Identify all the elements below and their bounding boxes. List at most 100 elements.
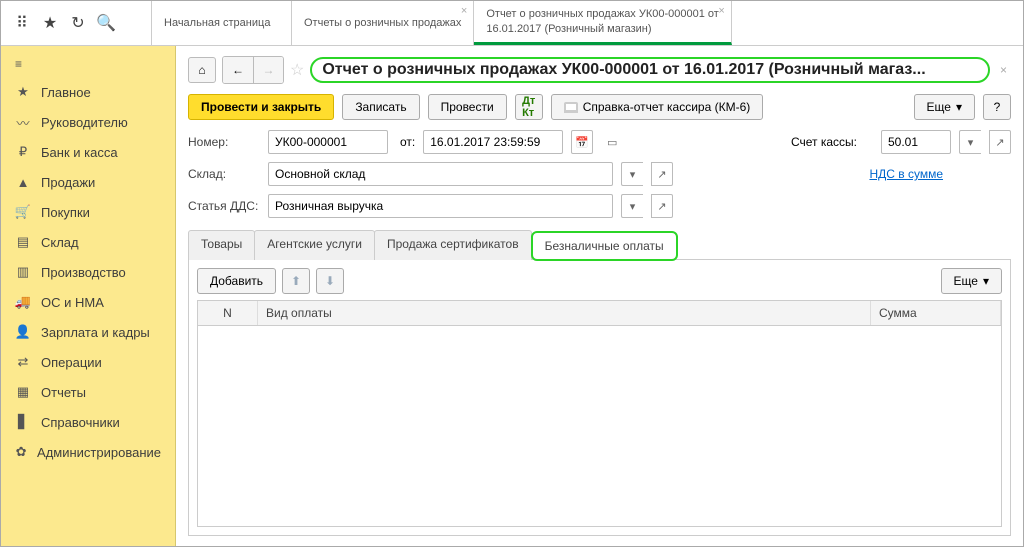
col-n[interactable]: N bbox=[198, 301, 258, 325]
panel-toolbar: Добавить ⬆ ⬇ Еще ▾ bbox=[197, 268, 1002, 294]
page-title-text: Отчет о розничных продажах УК00-000001 о… bbox=[322, 61, 925, 79]
command-bar: Провести и закрыть Записать Провести ДтК… bbox=[188, 94, 1011, 120]
sidebar-item[interactable]: 〰Руководителю bbox=[1, 107, 175, 137]
post-close-button[interactable]: Провести и закрыть bbox=[188, 94, 334, 120]
sidebar-item[interactable]: ▦ Отчеты bbox=[1, 377, 175, 407]
tab-close-icon[interactable]: × bbox=[718, 5, 724, 17]
sidebar-item-label: Отчеты bbox=[41, 385, 86, 400]
doc-tab[interactable]: Товары bbox=[188, 230, 255, 260]
sidebar-item[interactable]: ▤ Склад bbox=[1, 227, 175, 257]
panel-more-button[interactable]: Еще ▾ bbox=[941, 268, 1002, 294]
dds-dropdown-icon[interactable]: ▾ bbox=[621, 194, 643, 218]
sidebar-item[interactable]: ✿ Администрирование bbox=[1, 437, 175, 467]
tab-close-icon[interactable]: × bbox=[461, 5, 467, 17]
sidebar-item[interactable]: 👤Зарплата и кадры bbox=[1, 317, 175, 347]
tab-label: Отчет о розничных продажах УК00-000001 о… bbox=[486, 7, 718, 21]
sidebar-item-label: Производство bbox=[41, 265, 126, 280]
tab-label: Отчеты о розничных продажах bbox=[304, 16, 461, 30]
sidebar-icon: 🚚 bbox=[15, 294, 31, 310]
date-input[interactable] bbox=[423, 130, 563, 154]
col-sum[interactable]: Сумма bbox=[871, 301, 1001, 325]
cashier-report-label: Справка-отчет кассира (КМ-6) bbox=[583, 100, 751, 114]
sidebar-icon: ▤ bbox=[15, 234, 31, 250]
dds-open-icon[interactable]: ↗ bbox=[651, 194, 673, 218]
row-number: Номер: от: 📅 ▭ Счет кассы: ▾ ↗ bbox=[188, 130, 1011, 154]
help-button[interactable]: ? bbox=[983, 94, 1011, 120]
cashier-report-button[interactable]: Справка-отчет кассира (КМ-6) bbox=[551, 94, 764, 120]
sidebar-item[interactable]: ⇄Операции bbox=[1, 347, 175, 377]
chevron-down-icon: ▾ bbox=[983, 274, 989, 288]
star-icon[interactable]: ★ bbox=[39, 12, 61, 34]
nav-group: ← → bbox=[222, 56, 284, 84]
move-down-button[interactable]: ⬇ bbox=[316, 268, 344, 294]
payments-grid[interactable]: N Вид оплаты Сумма bbox=[197, 300, 1002, 527]
more-button[interactable]: Еще ▾ bbox=[914, 94, 975, 120]
sidebar-icon: ₽ bbox=[15, 144, 31, 160]
sidebar-item[interactable]: ★Главное bbox=[1, 77, 175, 107]
number-input[interactable] bbox=[268, 130, 388, 154]
printer-icon bbox=[564, 102, 578, 113]
mode-icon[interactable]: ▭ bbox=[601, 130, 623, 154]
doc-tab[interactable]: Агентские услуги bbox=[254, 230, 375, 260]
grid-body[interactable] bbox=[198, 326, 1001, 526]
doc-tabs: ТоварыАгентские услугиПродажа сертификат… bbox=[188, 230, 1011, 260]
menu-toggle-icon[interactable]: ≡ bbox=[1, 51, 175, 77]
sidebar-icon: ▦ bbox=[15, 384, 31, 400]
doc-tab[interactable]: Продажа сертификатов bbox=[374, 230, 532, 260]
tab-sublabel: 16.01.2017 (Розничный магазин) bbox=[486, 22, 718, 36]
apps-icon[interactable]: ⠿ bbox=[11, 12, 33, 34]
sidebar-item-label: Главное bbox=[41, 85, 91, 100]
forward-button[interactable]: → bbox=[253, 57, 283, 83]
home-button[interactable]: ⌂ bbox=[188, 57, 216, 83]
sidebar-item[interactable]: ₽Банк и касса bbox=[1, 137, 175, 167]
sidebar-icon: ✿ bbox=[15, 444, 27, 460]
vat-link[interactable]: НДС в сумме bbox=[869, 167, 943, 181]
sidebar-item-label: Продажи bbox=[41, 175, 95, 190]
warehouse-dropdown-icon[interactable]: ▾ bbox=[621, 162, 643, 186]
sidebar-icon: ▥ bbox=[15, 264, 31, 280]
window-tabs: Начальная страницаОтчеты о розничных про… bbox=[152, 1, 1023, 45]
row-warehouse: Склад: ▾ ↗ НДС в сумме bbox=[188, 162, 1011, 186]
sidebar-icon: 👤 bbox=[15, 324, 31, 340]
save-button[interactable]: Записать bbox=[342, 94, 419, 120]
panel-more-label: Еще bbox=[954, 274, 978, 288]
favorite-icon[interactable]: ☆ bbox=[290, 60, 304, 80]
window-tab[interactable]: Начальная страница bbox=[152, 1, 292, 45]
dds-label: Статья ДДС: bbox=[188, 199, 260, 213]
post-button[interactable]: Провести bbox=[428, 94, 507, 120]
window-tab[interactable]: Отчеты о розничных продажах× bbox=[292, 1, 474, 45]
add-button[interactable]: Добавить bbox=[197, 268, 276, 294]
sidebar-item[interactable]: ▥ Производство bbox=[1, 257, 175, 287]
sidebar-icon: 〰 bbox=[15, 114, 31, 130]
calendar-icon[interactable]: 📅 bbox=[571, 130, 593, 154]
account-label: Счет кассы: bbox=[791, 135, 857, 149]
warehouse-open-icon[interactable]: ↗ bbox=[651, 162, 673, 186]
sidebar-item-label: Администрирование bbox=[37, 445, 161, 460]
sidebar-item-label: Операции bbox=[41, 355, 102, 370]
dds-input[interactable] bbox=[268, 194, 613, 218]
warehouse-label: Склад: bbox=[188, 167, 260, 181]
debit-credit-button[interactable]: ДтКт bbox=[515, 94, 543, 120]
account-dropdown-icon[interactable]: ▾ bbox=[959, 130, 981, 154]
sidebar-item-label: Склад bbox=[41, 235, 79, 250]
row-dds: Статья ДДС: ▾ ↗ bbox=[188, 194, 1011, 218]
doc-tab[interactable]: Безналичные оплаты bbox=[531, 231, 678, 261]
window-tab[interactable]: Отчет о розничных продажах УК00-000001 о… bbox=[474, 1, 731, 45]
move-up-button[interactable]: ⬆ bbox=[282, 268, 310, 294]
sidebar-item[interactable]: 🚚ОС и НМА bbox=[1, 287, 175, 317]
close-icon[interactable]: × bbox=[996, 63, 1011, 77]
sidebar-icon: 🛒 bbox=[15, 204, 31, 220]
search-icon[interactable]: 🔍 bbox=[95, 12, 117, 34]
account-input[interactable] bbox=[881, 130, 951, 154]
col-type[interactable]: Вид оплаты bbox=[258, 301, 871, 325]
title-bar: ⌂ ← → ☆ Отчет о розничных продажах УК00-… bbox=[188, 56, 1011, 84]
sidebar-item[interactable]: 🛒 Покупки bbox=[1, 197, 175, 227]
sidebar-item-label: Покупки bbox=[41, 205, 90, 220]
warehouse-input[interactable] bbox=[268, 162, 613, 186]
sidebar: ≡ ★Главное〰Руководителю₽Банк и касса▲Про… bbox=[1, 46, 176, 546]
history-icon[interactable]: ↻ bbox=[67, 12, 89, 34]
sidebar-item[interactable]: ▋Справочники bbox=[1, 407, 175, 437]
account-open-icon[interactable]: ↗ bbox=[989, 130, 1011, 154]
back-button[interactable]: ← bbox=[223, 57, 253, 83]
sidebar-item[interactable]: ▲Продажи bbox=[1, 167, 175, 197]
